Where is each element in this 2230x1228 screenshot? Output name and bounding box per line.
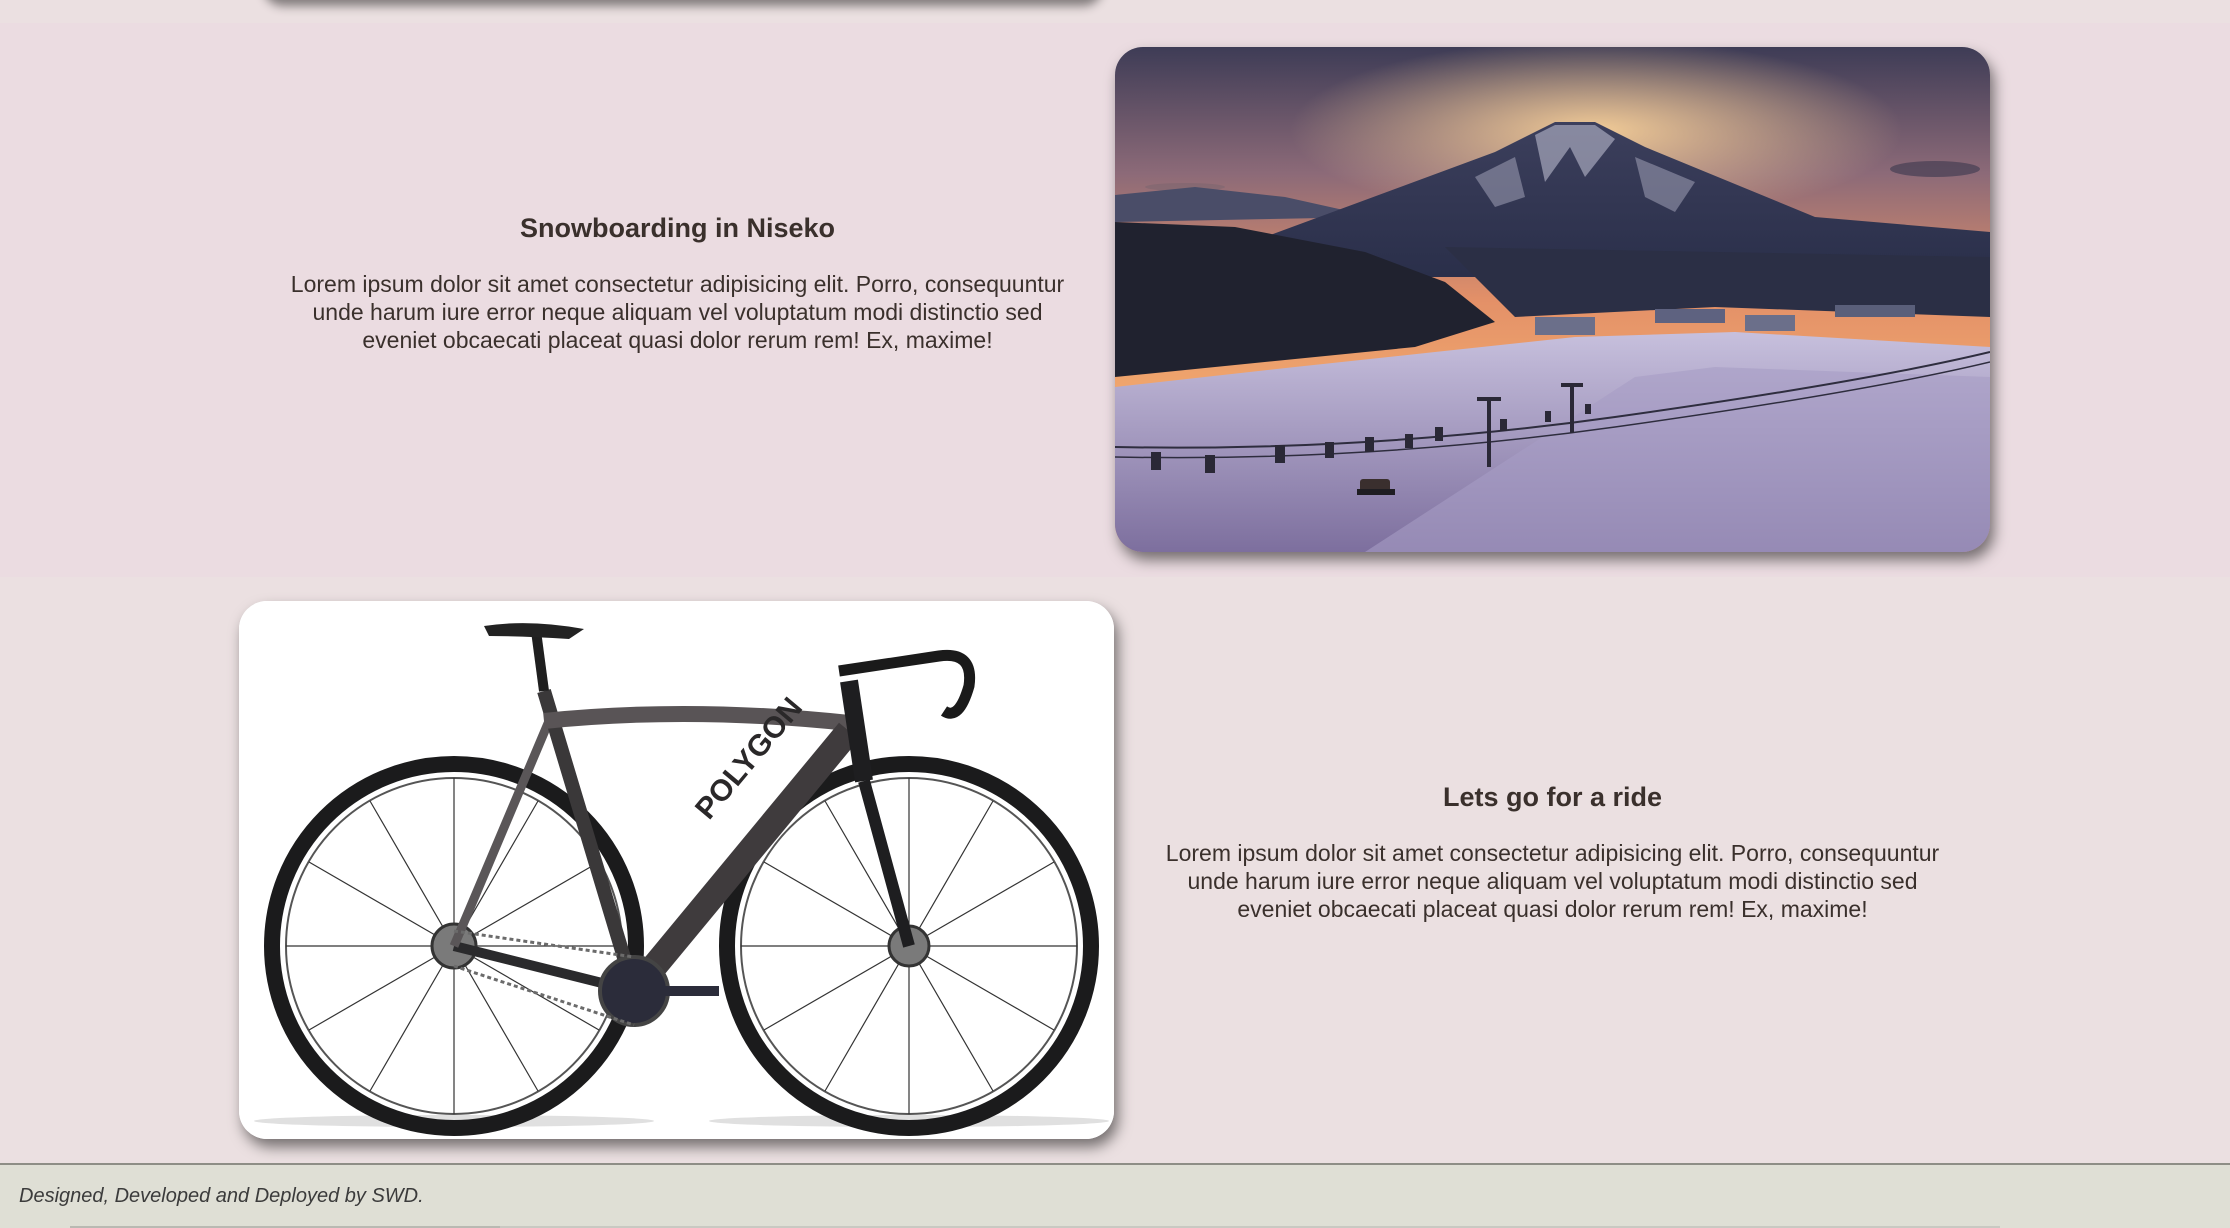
road-bike-photo: POLYGON xyxy=(239,601,1114,1139)
feature-description: Lorem ipsum dolor sit amet consectetur a… xyxy=(290,271,1065,353)
feature-text-ride: Lets go for a ride Lorem ipsum dolor sit… xyxy=(1160,782,1945,923)
mountain-ski-slope-image xyxy=(1115,47,1990,552)
road-bike-image: POLYGON xyxy=(239,601,1114,1139)
footer: Designed, Developed and Deployed by SWD. xyxy=(0,1163,2230,1228)
footer-credit: Designed, Developed and Deployed by SWD. xyxy=(19,1185,424,1207)
feature-description: Lorem ipsum dolor sit amet consectetur a… xyxy=(1165,840,1940,922)
feature-title: Lets go for a ride xyxy=(1442,782,1663,812)
feature-section-snowboarding: Snowboarding in Niseko Lorem ipsum dolor… xyxy=(0,23,2230,577)
feature-section-ride: POLYGON Lets go for a ride Lorem ipsum d… xyxy=(0,577,2230,1163)
feature-title: Snowboarding in Niseko xyxy=(519,213,836,243)
mountain-ski-slope-photo xyxy=(1115,47,1990,552)
top-strip xyxy=(0,0,2230,23)
feature-text-snowboarding: Snowboarding in Niseko Lorem ipsum dolor… xyxy=(285,213,1070,354)
